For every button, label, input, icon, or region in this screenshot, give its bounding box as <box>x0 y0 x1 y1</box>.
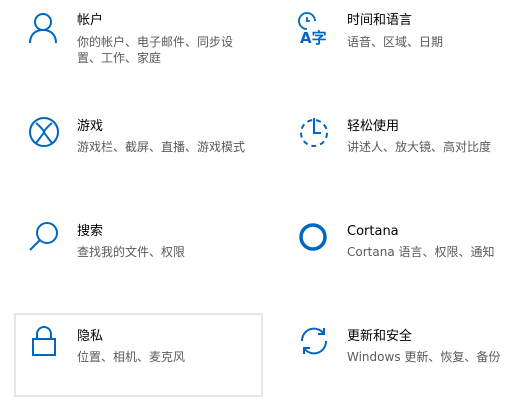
tile-title: Cortana <box>347 224 399 239</box>
update-sync-icon <box>298 325 330 357</box>
ease-of-access-icon <box>298 116 330 148</box>
tile-title: 游戏 <box>77 119 104 134</box>
tile-title: 更新和安全 <box>347 329 413 344</box>
tile-title: 帐户 <box>77 13 104 28</box>
tile-title: 搜索 <box>77 224 104 239</box>
tile-description: Cortana 语言、权限、通知 <box>347 245 495 259</box>
xbox-icon <box>28 116 60 148</box>
search-icon <box>28 221 60 253</box>
svg-text:A字: A字 <box>300 29 327 47</box>
time-language-icon: A字 <box>298 12 330 47</box>
tile-description: 你的帐户、电子邮件、同步设 <box>77 35 234 49</box>
cortana-icon <box>298 221 330 253</box>
tile-description: 语音、区域、日期 <box>347 35 444 49</box>
tile-title: 轻松使用 <box>347 119 400 134</box>
tile-accounts[interactable]: 帐户 你的帐户、电子邮件、同步设 置、工作、家庭 <box>14 0 262 80</box>
tile-privacy[interactable]: 隐私 位置、相机、麦克风 <box>14 313 263 397</box>
lock-icon <box>28 325 60 357</box>
tile-description: 游戏栏、截屏、直播、游戏模式 <box>77 140 246 154</box>
tile-description-line2: 置、工作、家庭 <box>77 51 162 65</box>
tile-cortana[interactable]: Cortana Cortana 语言、权限、通知 <box>284 210 514 290</box>
tile-title: 时间和语言 <box>347 13 413 28</box>
tile-description: Windows 更新、恢复、备份 <box>347 350 501 364</box>
tile-update-security[interactable]: 更新和安全 Windows 更新、恢复、备份 <box>284 313 514 397</box>
tile-gaming[interactable]: 游戏 游戏栏、截屏、直播、游戏模式 <box>14 105 262 185</box>
tile-description: 位置、相机、麦克风 <box>77 350 186 364</box>
tile-ease-of-access[interactable]: 轻松使用 讲述人、放大镜、高对比度 <box>284 105 514 185</box>
person-icon <box>28 12 60 44</box>
tile-title: 隐私 <box>77 329 104 344</box>
tile-description: 讲述人、放大镜、高对比度 <box>347 140 492 154</box>
tile-search[interactable]: 搜索 查找我的文件、权限 <box>14 210 262 290</box>
tile-description: 查找我的文件、权限 <box>77 245 186 259</box>
tile-time-language[interactable]: A字 时间和语言 语音、区域、日期 <box>284 0 514 80</box>
